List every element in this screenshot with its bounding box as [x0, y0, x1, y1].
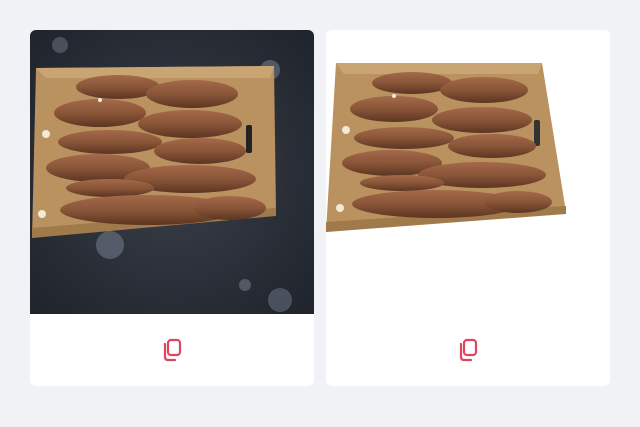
copy-icon — [459, 338, 478, 362]
header-partial-text: · · · · · · — [60, 0, 91, 4]
image-card-background-removed — [326, 30, 610, 386]
original-image[interactable] — [30, 30, 314, 314]
card-actions — [326, 314, 610, 386]
copy-button[interactable] — [156, 334, 188, 366]
cassava-box-photo-icon — [30, 30, 314, 314]
image-card-original — [30, 30, 314, 386]
copy-button[interactable] — [452, 334, 484, 366]
cassava-box-cutout-icon — [326, 30, 610, 314]
processed-image[interactable] — [326, 30, 610, 314]
copy-icon — [163, 338, 182, 362]
header-fragment: · · · · · · — [30, 0, 210, 4]
card-actions — [30, 314, 314, 386]
